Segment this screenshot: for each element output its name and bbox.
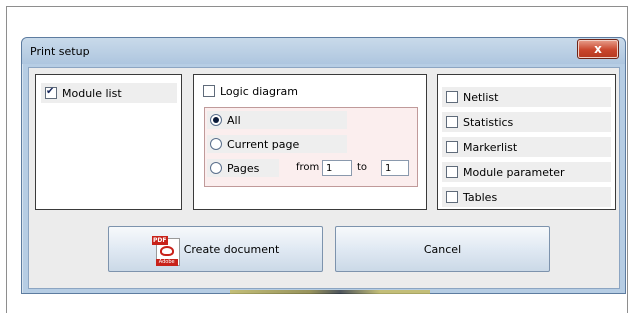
module-parameter-checkbox-row[interactable]: Module parameter	[442, 162, 611, 182]
module-parameter-checkbox[interactable]	[446, 166, 458, 178]
module-list-panel: Module list	[35, 74, 182, 210]
pdf-document-icon: PDF Adobe	[151, 236, 180, 266]
pdf-brand: Adobe	[155, 259, 178, 266]
netlist-checkbox[interactable]	[446, 91, 458, 103]
create-document-button[interactable]: PDF Adobe Create document	[108, 226, 323, 272]
tables-label: Tables	[463, 190, 498, 204]
create-document-label: Create document	[183, 242, 280, 256]
cancel-button[interactable]: Cancel	[335, 226, 550, 272]
radio-all[interactable]	[210, 114, 222, 126]
statistics-checkbox[interactable]	[446, 116, 458, 128]
to-label: to	[357, 162, 368, 173]
dialog-title: Print setup	[30, 45, 90, 58]
to-page-input[interactable]: 1	[381, 160, 409, 176]
module-list-checkbox-row[interactable]: Module list	[41, 83, 177, 103]
tables-checkbox-row[interactable]: Tables	[442, 187, 611, 207]
radio-all-row[interactable]: All	[207, 111, 347, 129]
markerlist-checkbox-row[interactable]: Markerlist	[442, 137, 611, 157]
close-icon: x	[594, 42, 602, 56]
logic-diagram-label: Logic diagram	[220, 84, 298, 98]
radio-pages[interactable]	[210, 162, 222, 174]
pdf-swirl-shape	[159, 246, 174, 256]
print-setup-dialog: Print setup x Module list Logic diagram …	[21, 37, 626, 294]
radio-current-page[interactable]	[210, 138, 222, 150]
close-button[interactable]: x	[577, 39, 619, 59]
radio-pages-row[interactable]: Pages	[207, 159, 279, 177]
background-taskbar-strip	[230, 290, 430, 294]
logic-diagram-checkbox[interactable]	[203, 85, 215, 97]
logic-diagram-checkbox-row[interactable]: Logic diagram	[199, 82, 339, 100]
radio-current-page-row[interactable]: Current page	[207, 135, 347, 153]
statistics-checkbox-row[interactable]: Statistics	[442, 112, 611, 132]
dialog-titlebar[interactable]: Print setup x	[22, 38, 625, 64]
markerlist-checkbox[interactable]	[446, 141, 458, 153]
module-list-label: Module list	[62, 86, 122, 100]
netlist-label: Netlist	[463, 90, 499, 104]
module-parameter-label: Module parameter	[463, 165, 565, 179]
cancel-label: Cancel	[423, 242, 462, 256]
statistics-label: Statistics	[463, 115, 514, 129]
dialog-client-area: Module list Logic diagram All Current pa…	[28, 67, 620, 289]
radio-all-label: All	[227, 113, 241, 127]
logic-diagram-panel: Logic diagram All Current page Pages fro…	[193, 74, 427, 210]
tables-checkbox[interactable]	[446, 191, 458, 203]
page-range-group: All Current page Pages from 1 to 1	[204, 107, 418, 187]
module-list-checkbox[interactable]	[45, 87, 57, 99]
radio-pages-label: Pages	[227, 161, 260, 175]
options-panel: Netlist Statistics Markerlist Module par…	[437, 74, 616, 210]
radio-current-page-label: Current page	[227, 137, 300, 151]
from-label: from	[296, 162, 320, 173]
markerlist-label: Markerlist	[463, 140, 518, 154]
netlist-checkbox-row[interactable]: Netlist	[442, 87, 611, 107]
pdf-tag: PDF	[151, 236, 168, 245]
from-page-input[interactable]: 1	[322, 160, 352, 176]
